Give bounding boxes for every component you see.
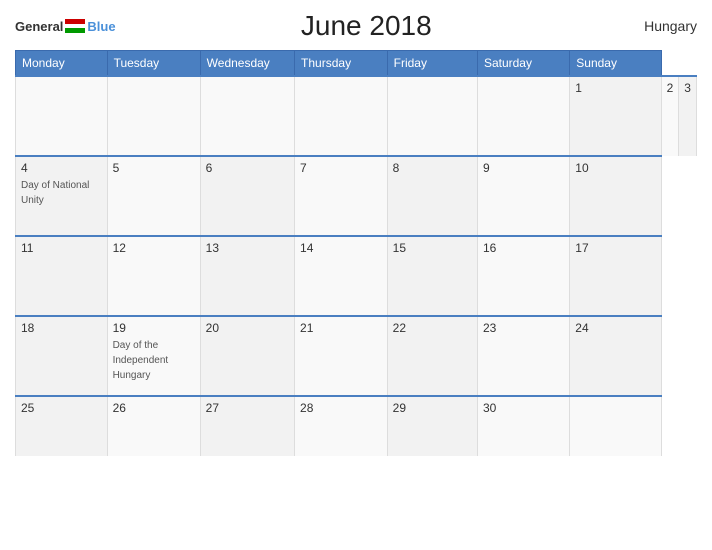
table-row: 25 — [16, 396, 108, 456]
calendar-row: 18 19 Day of the Independent Hungary 20 21 22… — [16, 316, 697, 396]
logo-flag-icon — [65, 19, 85, 33]
table-row: 19 Day of the Independent Hungary — [107, 316, 200, 396]
table-row: 11 — [16, 236, 108, 316]
day-number: 23 — [483, 321, 564, 335]
table-row: 22 — [387, 316, 477, 396]
table-row — [387, 76, 477, 156]
day-number: 16 — [483, 241, 564, 255]
day-number: 9 — [483, 161, 564, 175]
table-row: 10 — [570, 156, 661, 236]
day-number: 1 — [575, 81, 655, 95]
calendar-row: 11 12 13 14 15 16 17 — [16, 236, 697, 316]
calendar-row: 25 26 27 28 29 30 — [16, 396, 697, 456]
table-row: 27 — [200, 396, 294, 456]
table-row: 21 — [295, 316, 388, 396]
table-row — [107, 76, 200, 156]
day-number: 26 — [113, 401, 195, 415]
table-row: 20 — [200, 316, 294, 396]
table-row — [200, 76, 294, 156]
table-row: 23 — [477, 316, 569, 396]
col-monday: Monday — [16, 51, 108, 77]
day-number: 5 — [113, 161, 195, 175]
logo-blue-text: Blue — [87, 19, 115, 34]
table-row: 26 — [107, 396, 200, 456]
table-row: 29 — [387, 396, 477, 456]
day-number: 21 — [300, 321, 382, 335]
table-row — [570, 396, 661, 456]
table-row: 4 Day of National Unity — [16, 156, 108, 236]
calendar-row: 4 Day of National Unity 56789 10 — [16, 156, 697, 236]
table-row: 5 — [107, 156, 200, 236]
col-sunday: Sunday — [570, 51, 661, 77]
day-number: 24 — [575, 321, 655, 335]
calendar-row: 123 — [16, 76, 697, 156]
day-number: 14 — [300, 241, 382, 255]
col-saturday: Saturday — [477, 51, 569, 77]
table-row: 17 — [570, 236, 661, 316]
day-number: 6 — [206, 161, 289, 175]
table-row: 30 — [477, 396, 569, 456]
holiday-label: Day of National Unity — [21, 180, 89, 206]
day-number: 2 — [667, 81, 674, 95]
table-row — [295, 76, 388, 156]
day-number: 29 — [393, 401, 472, 415]
col-tuesday: Tuesday — [107, 51, 200, 77]
table-row: 7 — [295, 156, 388, 236]
table-row: 8 — [387, 156, 477, 236]
holiday-label: Day of the Independent Hungary — [113, 340, 169, 381]
col-wednesday: Wednesday — [200, 51, 294, 77]
day-number: 19 — [113, 321, 195, 335]
day-number: 8 — [393, 161, 472, 175]
day-number: 20 — [206, 321, 289, 335]
table-row: 13 — [200, 236, 294, 316]
table-row: 24 — [570, 316, 661, 396]
col-thursday: Thursday — [295, 51, 388, 77]
table-row: 2 — [661, 76, 679, 156]
day-number: 13 — [206, 241, 289, 255]
table-row: 12 — [107, 236, 200, 316]
col-friday: Friday — [387, 51, 477, 77]
table-row: 3 — [679, 76, 697, 156]
table-row: 28 — [295, 396, 388, 456]
country-label: Hungary — [617, 18, 697, 34]
table-row: 6 — [200, 156, 294, 236]
day-number: 17 — [575, 241, 655, 255]
day-number: 22 — [393, 321, 472, 335]
day-number: 12 — [113, 241, 195, 255]
day-number: 15 — [393, 241, 472, 255]
table-row — [16, 76, 108, 156]
day-number: 3 — [684, 81, 691, 95]
weekday-header-row: Monday Tuesday Wednesday Thursday Friday… — [16, 51, 697, 77]
table-row — [477, 76, 569, 156]
day-number: 18 — [21, 321, 102, 335]
day-number: 7 — [300, 161, 382, 175]
day-number: 30 — [483, 401, 564, 415]
day-number: 28 — [300, 401, 382, 415]
table-row: 14 — [295, 236, 388, 316]
day-number: 25 — [21, 401, 102, 415]
table-row: 1 — [570, 76, 661, 156]
day-number: 11 — [21, 241, 102, 255]
page-title: June 2018 — [116, 10, 617, 42]
table-row: 9 — [477, 156, 569, 236]
day-number: 4 — [21, 161, 102, 175]
calendar-table: Monday Tuesday Wednesday Thursday Friday… — [15, 50, 697, 456]
logo-general-text: General — [15, 19, 63, 34]
table-row: 15 — [387, 236, 477, 316]
day-number: 10 — [575, 161, 655, 175]
logo: General Blue — [15, 19, 116, 34]
calendar-page: General Blue June 2018 Hungary Monday Tu… — [0, 0, 712, 550]
table-row: 18 — [16, 316, 108, 396]
page-header: General Blue June 2018 Hungary — [15, 10, 697, 42]
table-row: 16 — [477, 236, 569, 316]
day-number: 27 — [206, 401, 289, 415]
